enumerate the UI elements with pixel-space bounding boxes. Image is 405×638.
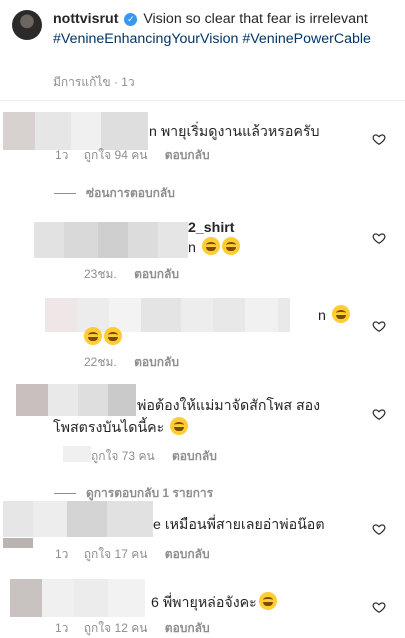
comment-text: พ่อต้องให้แม่มาจัดสักโพส สอง <box>137 398 321 414</box>
comment-time: 1ว <box>55 621 69 635</box>
comment-reply-item: 2_shirt n 23ชม. ตอบกลับ <box>0 215 405 285</box>
like-count[interactable]: ถูกใจ 94 คน <box>84 148 148 162</box>
caption-text: nottvisrut ✓ Vision so clear that fear i… <box>53 9 383 49</box>
reply-button[interactable]: ตอบกลับ <box>172 449 217 463</box>
thread-line <box>54 493 76 495</box>
laughing-emoji-icon <box>258 592 277 610</box>
comment-text: n พายุเริ่มดูงานแล้วหรอครับ <box>149 124 320 140</box>
author-username[interactable]: nottvisrut <box>53 11 118 27</box>
comment-emoji-line <box>82 327 122 349</box>
reply-button[interactable]: ตอบกลับ <box>165 621 210 635</box>
like-count[interactable]: ถูกใจ 17 คน <box>84 547 148 561</box>
comment-reply-item: n 22ชม. ตอบกลับ <box>0 293 405 373</box>
blurred-username <box>10 579 145 617</box>
comment-text: n <box>188 237 240 259</box>
comment-time: 1ว <box>55 148 69 162</box>
comment-meta: 22ชม. ตอบกลับ <box>84 353 179 372</box>
reply-button[interactable]: ตอบกลับ <box>134 355 179 369</box>
reply-button[interactable]: ตอบกลับ <box>165 148 210 162</box>
heart-outline-icon[interactable] <box>372 522 386 536</box>
comment-meta: 1ว ถูกใจ 94 คน ตอบกลับ <box>55 146 210 165</box>
laughing-emoji-icon <box>84 327 102 345</box>
reply-button[interactable]: ตอบกลับ <box>165 547 210 561</box>
heart-outline-icon[interactable] <box>372 319 386 333</box>
comment-meta: 1ว ถูกใจ 12 คน ตอบกลับ <box>55 619 210 638</box>
comment-text: e เหมือนพี่สายเลยอ่าพ่อน๊อต <box>153 517 325 533</box>
heart-outline-icon[interactable] <box>372 231 386 245</box>
hashtag-link[interactable]: #VenineEnhancingYourVision <box>53 31 238 47</box>
verified-badge-icon: ✓ <box>124 13 138 26</box>
laughing-emoji-icon <box>331 305 350 323</box>
heart-outline-icon[interactable] <box>372 132 386 146</box>
laughing-emoji-icon <box>104 327 122 345</box>
caption-meta: มีการแก้ไข · 1ว <box>53 75 135 89</box>
post-caption: nottvisrut ✓ Vision so clear that fear i… <box>0 0 405 100</box>
laughing-emoji-icon <box>201 237 220 255</box>
comment-text: n <box>318 305 350 327</box>
comment-meta: 23ชม. ตอบกลับ <box>84 265 179 284</box>
blurred-username <box>34 222 188 258</box>
comment-time: 22ชม. <box>84 355 117 369</box>
comment-meta: 1ว ถูกใจ 17 คน ตอบกลับ <box>55 545 210 564</box>
like-count[interactable]: ถูกใจ 12 คน <box>84 621 148 635</box>
hide-replies-link[interactable]: ซ่อนการตอบกลับ <box>54 184 175 203</box>
avatar[interactable] <box>3 538 33 548</box>
comment-text: โพสตรงบันไดนี้คะ <box>53 417 189 439</box>
comment-item: พ่อต้องให้แม่มาจัดสักโพส สอง โพสตรงบันได… <box>0 382 405 467</box>
comment-time: 1ว <box>55 547 69 561</box>
blurred-username <box>3 112 148 150</box>
hashtag-link[interactable]: #VeninePowerCable <box>242 31 371 47</box>
heart-outline-icon[interactable] <box>372 407 386 421</box>
comment-item: n พายุเริ่มดูงานแล้วหรอครับ 1ว ถูกใจ 94 … <box>0 104 405 174</box>
thread-line <box>54 193 76 195</box>
blurred-username <box>16 384 136 416</box>
comment-username-suffix: 2_shirt <box>188 220 235 236</box>
reply-button[interactable]: ตอบกลับ <box>134 267 179 281</box>
divider <box>0 100 405 101</box>
laughing-emoji-icon <box>221 237 240 255</box>
caption-body: Vision so clear that fear is irrelevant <box>143 11 368 27</box>
like-count[interactable]: ถูกใจ 73 คน <box>91 449 155 463</box>
comment-item: 6 พี่พายุหล่อจังคะ 1ว ถูกใจ 12 คน ตอบกลั… <box>0 575 405 636</box>
blurred-time <box>63 446 91 462</box>
author-avatar[interactable] <box>12 10 42 40</box>
blurred-username <box>3 501 153 537</box>
heart-outline-icon[interactable] <box>372 600 386 614</box>
smile-emoji-icon <box>170 417 189 435</box>
comment-meta: ถูกใจ 73 คน ตอบกลับ <box>91 447 217 466</box>
comment-item: e เหมือนพี่สายเลยอ่าพ่อน๊อต 1ว ถูกใจ 17 … <box>0 500 405 570</box>
comment-text: 6 พี่พายุหล่อจังคะ <box>151 592 277 614</box>
comment-time: 23ชม. <box>84 267 117 281</box>
